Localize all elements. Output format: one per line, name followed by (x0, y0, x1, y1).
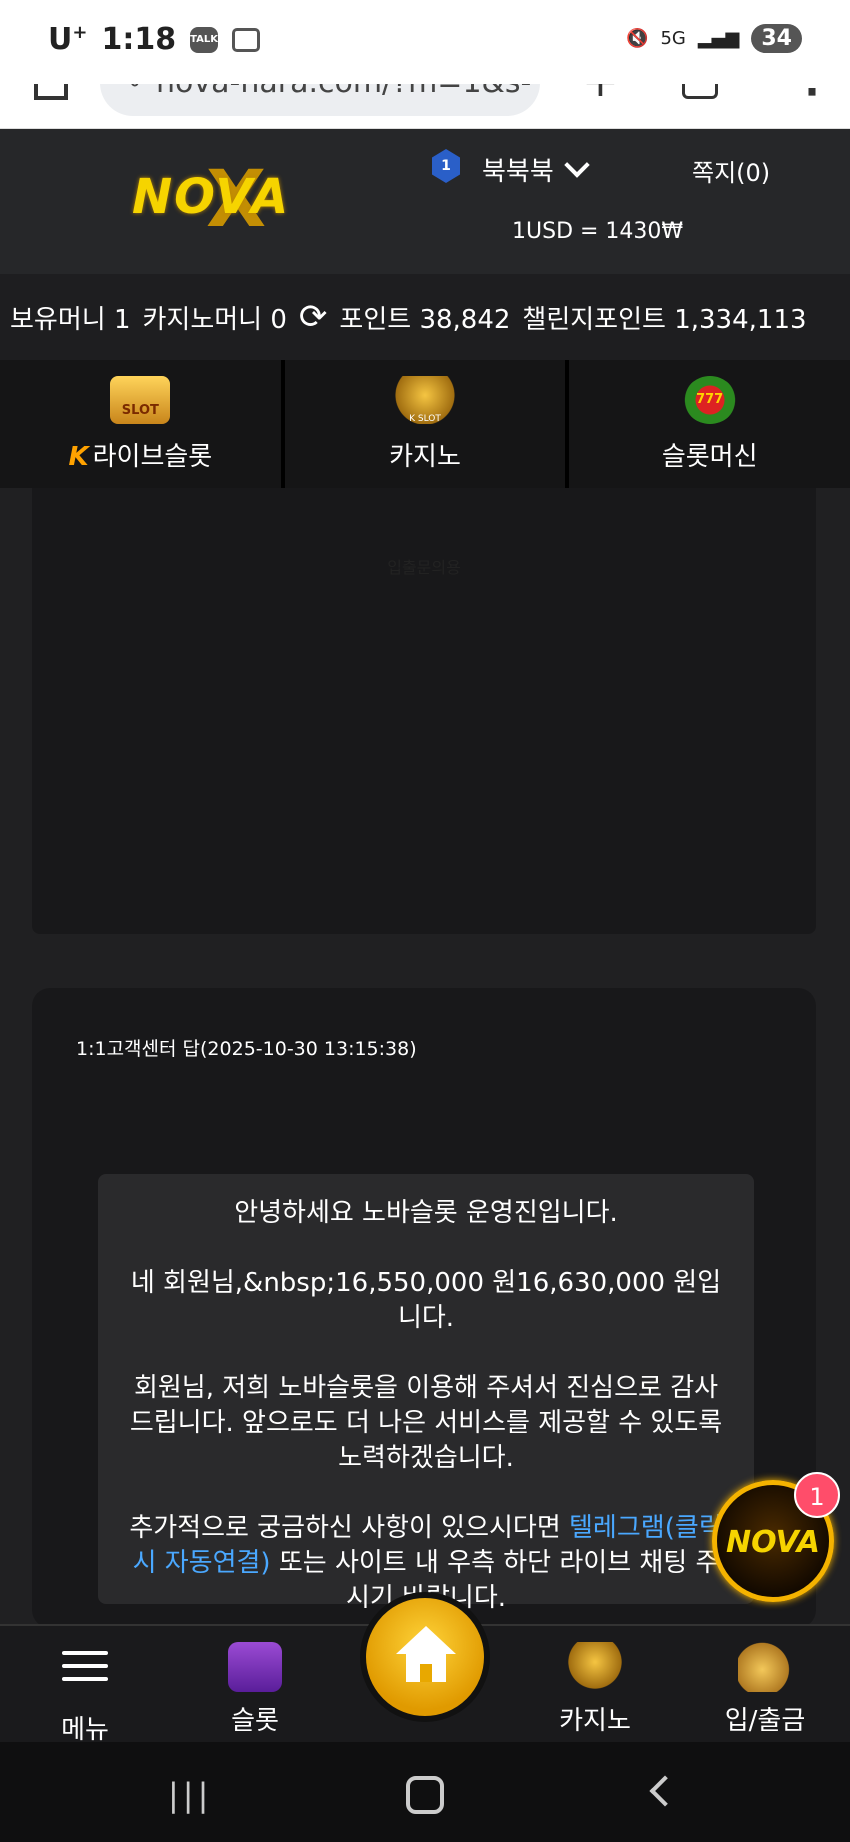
hamburger-icon (58, 1651, 112, 1701)
chat-unread-badge: 1 (794, 1472, 840, 1518)
nav-casino[interactable]: 카지노 (530, 1642, 660, 1737)
nav-slot[interactable]: 슬롯 (190, 1642, 320, 1737)
site-info-icon[interactable]: ⊸ (118, 84, 140, 116)
answer-header: 1:1고객센터 답(2025-10-30 13:15:38) (76, 1038, 417, 1060)
tab-casino[interactable]: K SLOT 카지노 (280, 360, 566, 488)
answer-amount: 네 회원님,&nbsp;16,550,000 원16,630,000 원입니다. (130, 1268, 722, 1333)
tab-label: K 라이브슬롯 (68, 442, 213, 472)
level-badge-icon: 1 (432, 149, 460, 183)
messages-link[interactable]: 쪽지(0) (692, 153, 770, 188)
tab-live-slot[interactable]: SLOT K 라이브슬롯 (0, 360, 281, 488)
777-slots-icon: 777 (683, 376, 736, 424)
nav-label: 카지노 (559, 1706, 631, 1736)
carrier-label: U+ (48, 22, 88, 57)
more-menu-icon[interactable]: ⋮ (792, 84, 832, 104)
nav-deposit[interactable]: 입/출금 (700, 1642, 830, 1737)
coins-icon (738, 1642, 792, 1692)
url-field[interactable]: ⊸ nova-nara.com/?m=1&s- (100, 84, 540, 116)
tab-slot-machine[interactable]: 777 슬롯머신 (565, 360, 850, 488)
refresh-icon[interactable]: ⟳ (299, 297, 328, 337)
browser-url-bar: ⊸ nova-nara.com/?m=1&s- + 12 ⋮ (0, 84, 850, 129)
kslot-crown-icon: K SLOT (395, 376, 455, 424)
balance-bar: 보유머니 1 카지노머니 0 ⟳ 포인트 38,842 챌린지포인트 1,334… (0, 274, 850, 360)
slot-machine-icon: SLOT (110, 376, 171, 424)
slot-machine-icon (228, 1642, 282, 1692)
clock: 1:18 (101, 22, 177, 57)
nav-label: 입/출금 (724, 1706, 806, 1736)
money-balance: 보유머니 1 (10, 304, 131, 335)
exchange-rate: 1USD = 1430₩ (512, 219, 684, 244)
status-left: U+ 1:18 TALK (48, 22, 261, 57)
chevron-down-icon (564, 151, 590, 178)
battery-indicator: 34 (751, 24, 802, 53)
system-nav-bar: ||| (0, 1742, 850, 1842)
kslot-crown-icon (568, 1642, 622, 1692)
challenge-points-balance: 챌린지포인트 1,334,113 (522, 304, 807, 335)
recent-apps-icon[interactable]: ||| (168, 1776, 212, 1814)
tab-label: 카지노 (389, 442, 461, 472)
inquiry-title: 입출문의용 (387, 558, 461, 577)
category-tabs: SLOT K 라이브슬롯 K SLOT 카지노 777 슬롯머신 (0, 360, 850, 488)
answer-message: 안녕하세요 노바슬롯 운영진입니다. 네 회원님,&nbsp;16,550,00… (98, 1174, 754, 1613)
nova-logo[interactable]: X NOVA (132, 155, 300, 245)
casino-money-balance: 카지노머니 0 (142, 304, 287, 335)
points-balance: 포인트 38,842 (339, 304, 511, 335)
home-button[interactable] (360, 1592, 490, 1722)
answer-thanks: 회원님, 저희 노바슬롯을 이용해 주셔서 진심으로 감사드립니다. 앞으로도 … (129, 1373, 723, 1473)
tabs-button[interactable]: 12 (682, 84, 718, 99)
system-home-icon[interactable] (406, 1776, 444, 1814)
url-text: nova-nara.com/?m=1&s- (156, 84, 531, 100)
tab-label: 슬롯머신 (661, 442, 758, 472)
home-icon (396, 1626, 456, 1686)
inquiry-panel: 입출문의용 (32, 488, 816, 934)
back-icon[interactable] (649, 1775, 681, 1807)
site-header: X NOVA 1 북북북 쪽지(0) 1USD = 1430₩ (0, 129, 850, 274)
logo-word: NOVA (132, 169, 291, 225)
new-tab-icon[interactable]: + (582, 84, 619, 107)
signal-icon: ▂▄▆ (697, 28, 740, 49)
gallery-icon (232, 27, 261, 52)
answer-panel: 1:1고객센터 답(2025-10-30 13:15:38) 안녕하세요 노바슬… (32, 988, 816, 1628)
nav-label: 슬롯 (231, 1706, 279, 1736)
network-label: 5G (660, 28, 686, 49)
user-menu[interactable]: 북북북 (482, 151, 590, 188)
mute-icon: 🔇 (626, 28, 649, 49)
kakaotalk-icon: TALK (190, 26, 219, 53)
chat-logo: NOVA (726, 1525, 820, 1560)
username: 북북북 (482, 157, 554, 187)
nav-label: 메뉴 (61, 1715, 109, 1745)
browser-home-icon[interactable] (34, 84, 68, 100)
status-bar: U+ 1:18 TALK 🔇 5G ▂▄▆ 34 (0, 0, 850, 84)
nav-menu[interactable]: 메뉴 (20, 1642, 150, 1746)
status-right: 🔇 5G ▂▄▆ 34 (626, 24, 802, 53)
k-logo-icon: K (68, 442, 89, 472)
answer-greeting: 안녕하세요 노바슬롯 운영진입니다. (234, 1198, 618, 1228)
